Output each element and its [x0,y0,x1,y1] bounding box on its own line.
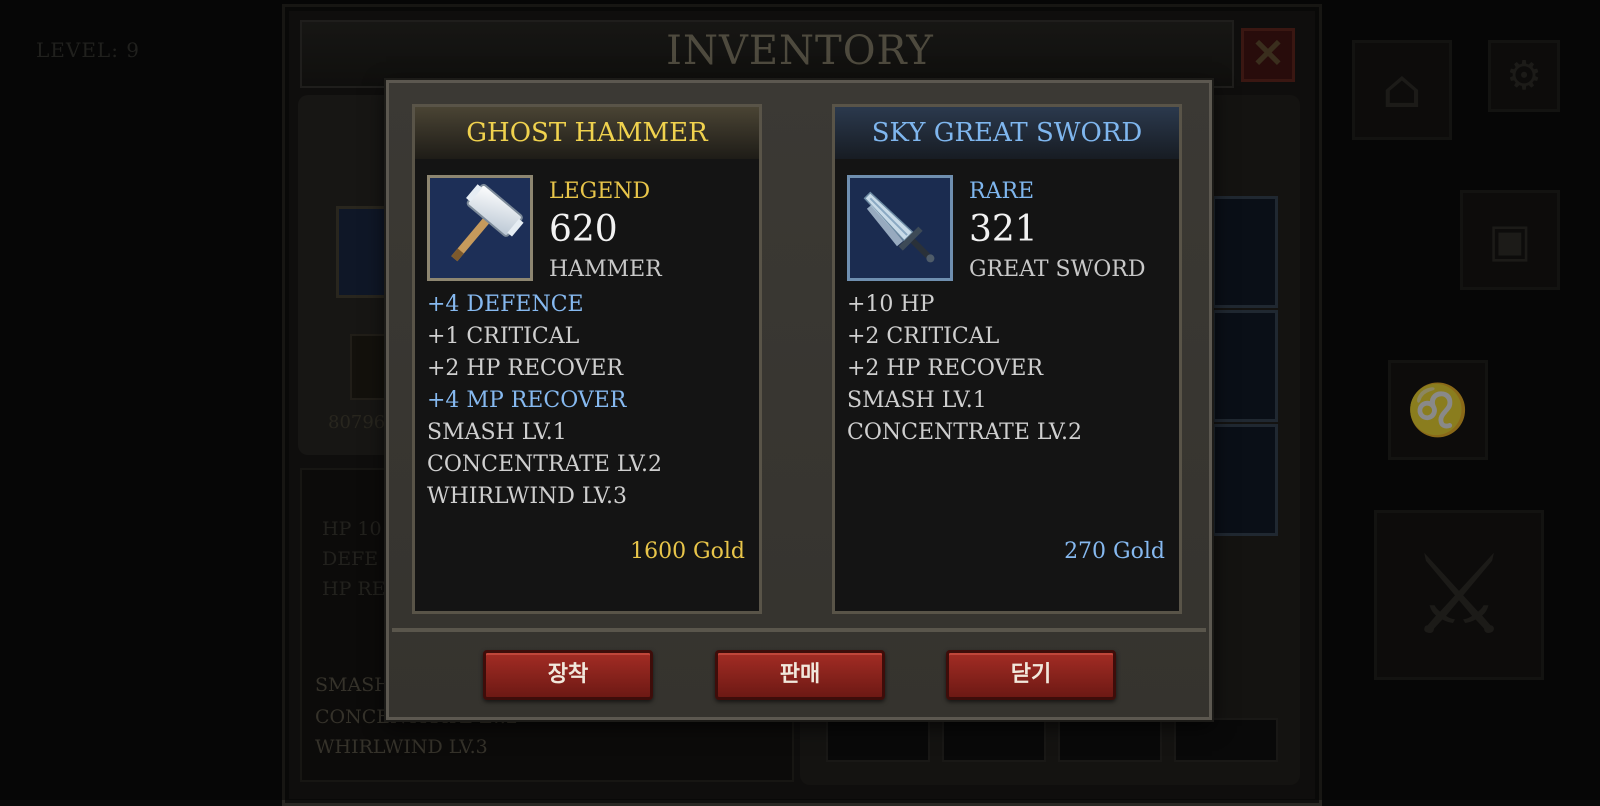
item-stat-line: +1 CRITICAL [427,324,580,349]
item-type: GREAT SWORD [969,257,1146,282]
item-card-equipped: SKY GREAT SWORD RARE 321 GREAT SWORD +10… [832,104,1182,614]
item-stat-list: +10 HP +2 CRITICAL +2 HP RECOVER SMASH L… [847,289,1082,449]
item-power: 620 [549,209,618,250]
item-price: 270 Gold [1064,539,1165,564]
item-type: HAMMER [549,257,662,282]
item-name: SKY GREAT SWORD [835,107,1179,159]
item-price: 1600 Gold [630,539,745,564]
popup-divider [392,628,1206,632]
item-icon-frame [427,175,533,281]
item-stat-line: +10 HP [847,292,935,317]
item-stat-line: +2 HP RECOVER [847,356,1044,381]
equip-button[interactable]: 장착 [483,650,653,700]
item-name: GHOST HAMMER [415,107,759,159]
sell-button[interactable]: 판매 [715,650,885,700]
item-card-candidate: GHOST HAMMER LEGEND 620 HAMMER +4 DEFENC… [412,104,762,614]
hammer-icon [451,183,524,262]
item-stat-line: CONCENTRATE LV.2 [427,452,662,477]
item-stat-line: CONCENTRATE LV.2 [847,420,1082,445]
item-grade: LEGEND [549,179,651,204]
item-stat-line: +2 CRITICAL [847,324,1000,349]
item-stat-line: SMASH LV.1 [427,420,567,445]
item-stat-line: +4 MP RECOVER [427,388,627,413]
great-sword-icon [863,191,935,263]
close-button[interactable]: 닫기 [946,650,1116,700]
item-stat-line: WHIRLWIND LV.3 [427,484,627,509]
item-stat-line: SMASH LV.1 [847,388,987,413]
item-grade: RARE [969,179,1035,204]
item-stat-line: +4 DEFENCE [427,292,584,317]
item-stat-line: +2 HP RECOVER [427,356,624,381]
item-icon-frame [847,175,953,281]
item-stat-list: +4 DEFENCE +1 CRITICAL +2 HP RECOVER +4 … [427,289,662,513]
item-power: 321 [969,209,1038,250]
